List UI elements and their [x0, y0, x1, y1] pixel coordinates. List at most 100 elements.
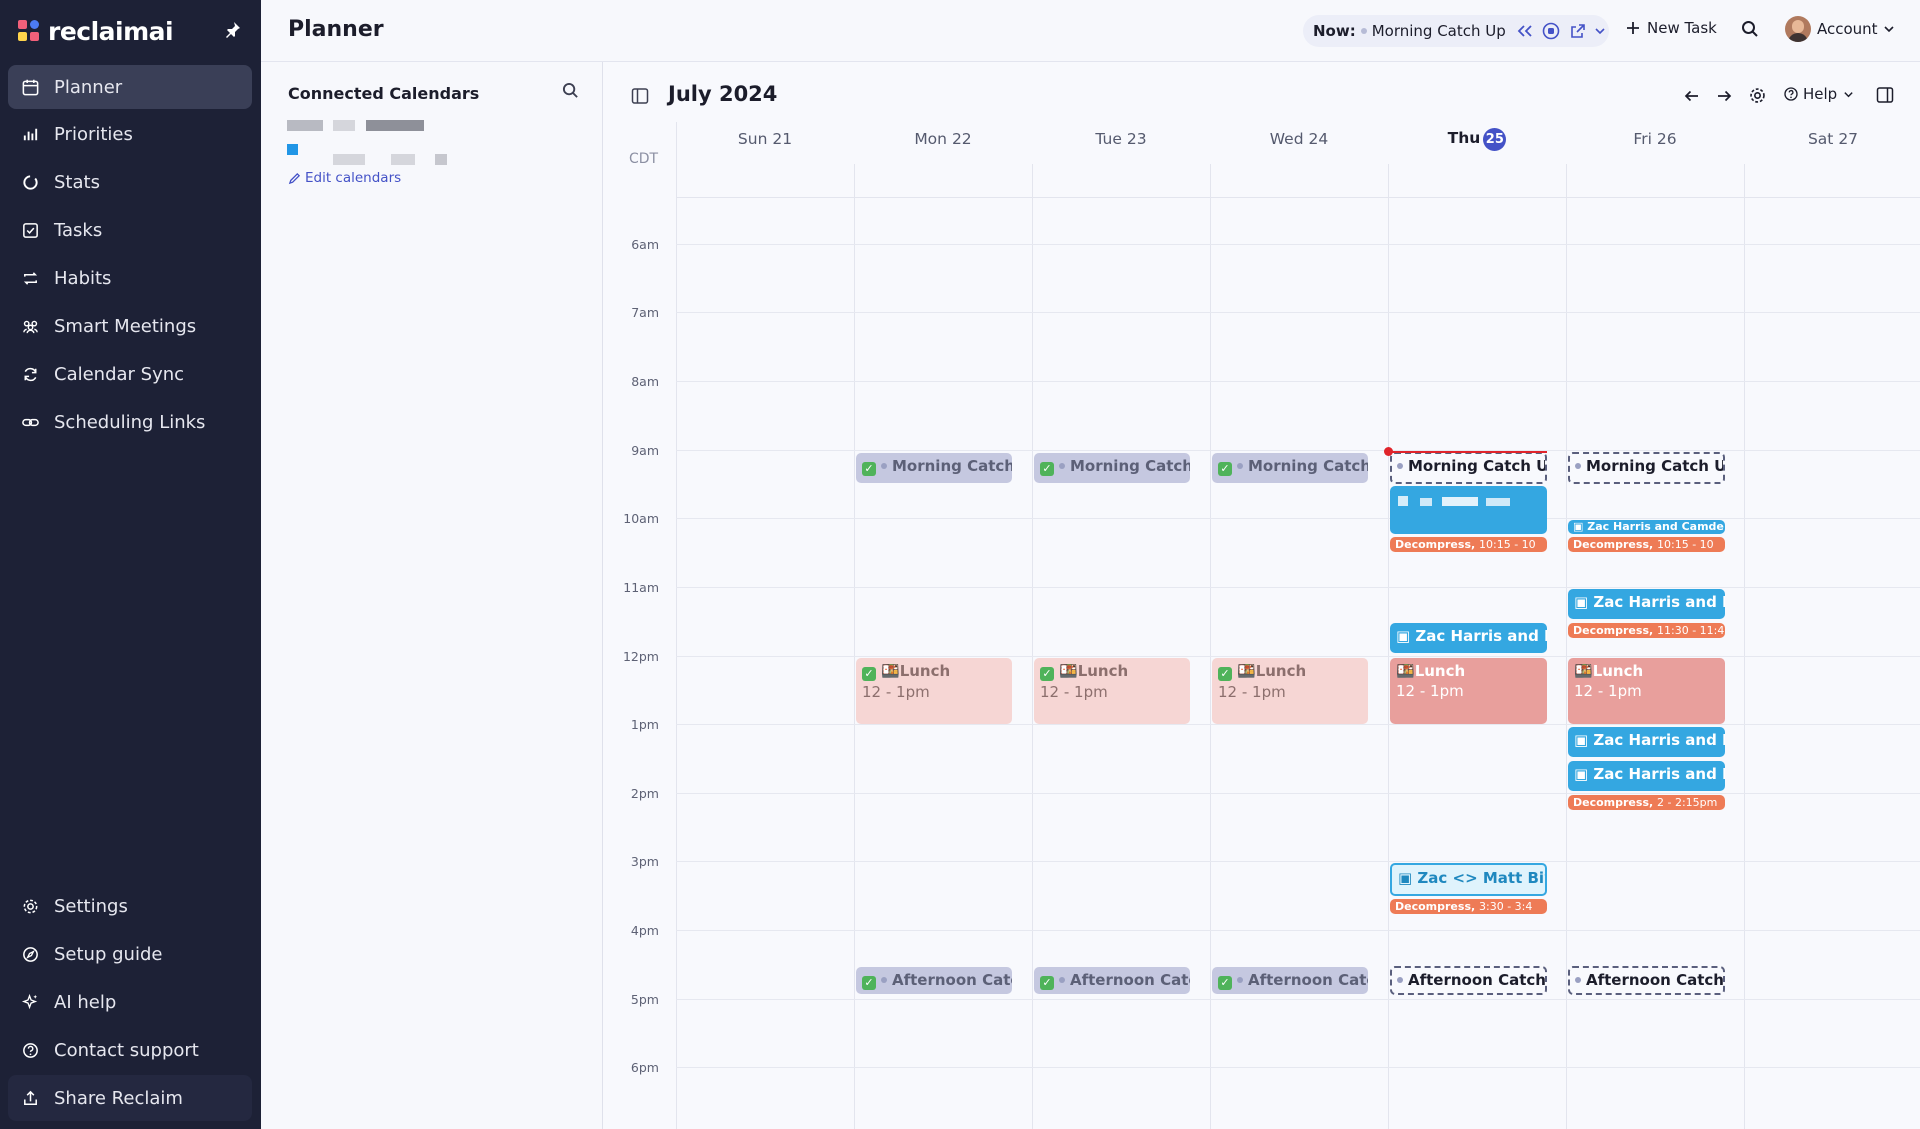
sidebar-item-planner[interactable]: Planner — [8, 65, 252, 109]
sidebar-item-share-reclaim[interactable]: Share Reclaim — [8, 1076, 252, 1120]
new-task-label: New Task — [1647, 19, 1717, 37]
event-afternoon-catch-up[interactable]: Afternoon Catch Up — [1390, 966, 1547, 995]
now-playing-pill[interactable]: Now: Morning Catch Up — [1303, 15, 1609, 47]
sidebar-item-calendar-sync[interactable]: Calendar Sync — [8, 352, 252, 396]
video-icon: ▣ — [1574, 731, 1594, 749]
bar-chart-icon — [23, 128, 38, 140]
status-dot-icon — [1360, 28, 1367, 34]
redacted-calendar-name — [435, 154, 447, 165]
hour-line — [676, 518, 1920, 519]
event-morning-catch-up[interactable]: ✓Morning Catch U — [856, 453, 1012, 483]
day-header-sun[interactable]: Sun 21 — [676, 130, 854, 148]
sidebar: reclaimai Planner Priorities Stats Tasks… — [0, 0, 261, 1129]
reclaim-logo-icon — [18, 20, 40, 42]
sidebar-item-smart-meetings[interactable]: Smart Meetings — [8, 304, 252, 348]
toggle-panel-icon[interactable] — [631, 87, 649, 105]
previous-week-icon[interactable] — [1684, 88, 1700, 104]
event-decompress[interactable]: Decompress, 10:15 - 10 — [1568, 537, 1725, 552]
chevron-down-icon — [1844, 91, 1853, 97]
gear-icon[interactable] — [1748, 86, 1767, 105]
day-header-thu[interactable]: Thu 25 — [1388, 128, 1566, 151]
current-time-line — [1389, 451, 1547, 453]
help-menu[interactable]: Help — [1783, 85, 1854, 103]
event-zac-harris-meeting[interactable]: ▣ Zac Harris and Kyle — [1568, 761, 1725, 791]
event-morning-catch-up[interactable]: Morning Catch Up, — [1390, 452, 1547, 484]
new-task-button[interactable]: New Task — [1626, 19, 1717, 37]
event-morning-catch-up[interactable]: Morning Catch Up, — [1568, 452, 1725, 484]
hour-label: 7am — [631, 305, 659, 320]
sidebar-item-tasks[interactable]: Tasks — [8, 208, 252, 252]
sidebar-item-label: Share Reclaim — [54, 1087, 183, 1109]
event-zac-harris-meeting[interactable]: ▣ Zac Harris and Kar — [1568, 589, 1725, 619]
sidebar-item-setup-guide[interactable]: Setup guide — [8, 932, 252, 976]
hour-line — [676, 724, 1920, 725]
link-icon — [22, 418, 39, 426]
day-header-mon[interactable]: Mon 22 — [854, 130, 1032, 148]
redacted-calendar-name — [333, 120, 355, 131]
day-header-wed[interactable]: Wed 24 — [1210, 130, 1388, 148]
sidebar-item-label: Contact support — [54, 1039, 199, 1061]
sidebar-item-habits[interactable]: Habits — [8, 256, 252, 300]
day-header-tue[interactable]: Tue 23 — [1032, 130, 1210, 148]
sidebar-item-scheduling-links[interactable]: Scheduling Links — [8, 400, 252, 444]
account-menu[interactable]: Account — [1785, 16, 1895, 42]
event-afternoon-catch-up[interactable]: ✓Afternoon Catch — [856, 967, 1012, 994]
grid-column-line — [1210, 164, 1211, 1129]
event-lunch[interactable]: 🍱Lunch 12 - 1pm — [1568, 658, 1725, 724]
status-dot-icon — [1575, 977, 1581, 983]
event-lunch[interactable]: ✓ 🍱Lunch 12 - 1pm — [1034, 658, 1190, 724]
hour-label: 9am — [631, 443, 659, 458]
status-dot-icon — [1059, 977, 1065, 983]
hour-label: 12pm — [622, 649, 659, 664]
avatar — [1785, 16, 1811, 42]
sidebar-item-ai-help[interactable]: AI help — [8, 980, 252, 1024]
sidebar-item-contact-support[interactable]: Contact support — [8, 1028, 252, 1072]
event-afternoon-catch-up[interactable]: ✓Afternoon Catch — [1212, 967, 1368, 994]
sidebar-item-label: Stats — [54, 171, 100, 193]
edit-calendars-link[interactable]: Edit calendars — [288, 170, 401, 186]
next-week-icon[interactable] — [1716, 88, 1732, 104]
search-icon[interactable] — [562, 82, 579, 99]
event-morning-catch-up[interactable]: ✓Morning Catch U — [1034, 453, 1190, 483]
sidebar-item-label: Planner — [54, 76, 123, 98]
event-afternoon-catch-up[interactable]: Afternoon Catch Up — [1568, 966, 1725, 995]
event-decompress[interactable]: Decompress, 10:15 - 10 — [1390, 537, 1547, 552]
day-header-sat[interactable]: Sat 27 — [1744, 130, 1920, 148]
event-decompress[interactable]: Decompress, 2 - 2:15pm — [1568, 795, 1725, 810]
event-zac-harris-meeting[interactable]: ▣ Zac Harris and Mic — [1390, 623, 1547, 653]
sidebar-item-settings[interactable]: Settings — [8, 884, 252, 928]
check-icon: ✓ — [1040, 976, 1054, 990]
toggle-right-panel-icon[interactable] — [1876, 86, 1894, 104]
lunch-icon: 🍱 — [1574, 662, 1593, 680]
hour-label: 10am — [623, 511, 659, 526]
brand-logo[interactable]: reclaimai — [18, 16, 174, 46]
event-decompress[interactable]: Decompress, 3:30 - 3:4 — [1390, 899, 1547, 914]
stop-icon[interactable] — [1542, 22, 1560, 40]
today-badge: 25 — [1483, 128, 1507, 151]
restart-icon[interactable] — [1516, 23, 1534, 39]
event-morning-catch-up[interactable]: ✓Morning Catch U — [1212, 453, 1368, 483]
help-icon — [1784, 87, 1798, 101]
event-zac-matt-biweekly[interactable]: ▣ Zac <> Matt Biweek — [1390, 863, 1547, 896]
event-lunch[interactable]: ✓ 🍱Lunch 12 - 1pm — [1212, 658, 1368, 724]
event-zac-harris-meeting[interactable]: ▣ Zac Harris and Nat — [1568, 727, 1725, 757]
redacted-calendar-name — [333, 154, 365, 165]
event-lunch[interactable]: ✓ 🍱Lunch 12 - 1pm — [856, 658, 1012, 724]
event-zac-harris-meeting[interactable]: ▣ Zac Harris and Camde — [1568, 520, 1725, 534]
chevron-down-icon[interactable] — [1594, 25, 1606, 37]
event-lunch[interactable]: 🍱Lunch 12 - 1pm — [1390, 658, 1547, 724]
now-event: Morning Catch Up — [1371, 22, 1506, 40]
search-icon[interactable] — [1741, 20, 1759, 38]
event-afternoon-catch-up[interactable]: ✓Afternoon Catch — [1034, 967, 1190, 994]
grid-column-line — [1032, 164, 1033, 1129]
event-redacted-meeting[interactable] — [1390, 486, 1547, 534]
calendar-color-swatch[interactable] — [287, 144, 298, 155]
day-header-fri[interactable]: Fri 26 — [1566, 130, 1744, 148]
status-dot-icon — [1575, 463, 1581, 469]
event-decompress[interactable]: Decompress, 11:30 - 11:4 — [1568, 623, 1725, 638]
sidebar-item-label: Smart Meetings — [54, 315, 197, 337]
external-link-icon[interactable] — [1570, 23, 1586, 39]
sidebar-item-priorities[interactable]: Priorities — [8, 112, 252, 156]
sidebar-item-stats[interactable]: Stats — [8, 160, 252, 204]
pin-icon[interactable] — [222, 20, 242, 40]
